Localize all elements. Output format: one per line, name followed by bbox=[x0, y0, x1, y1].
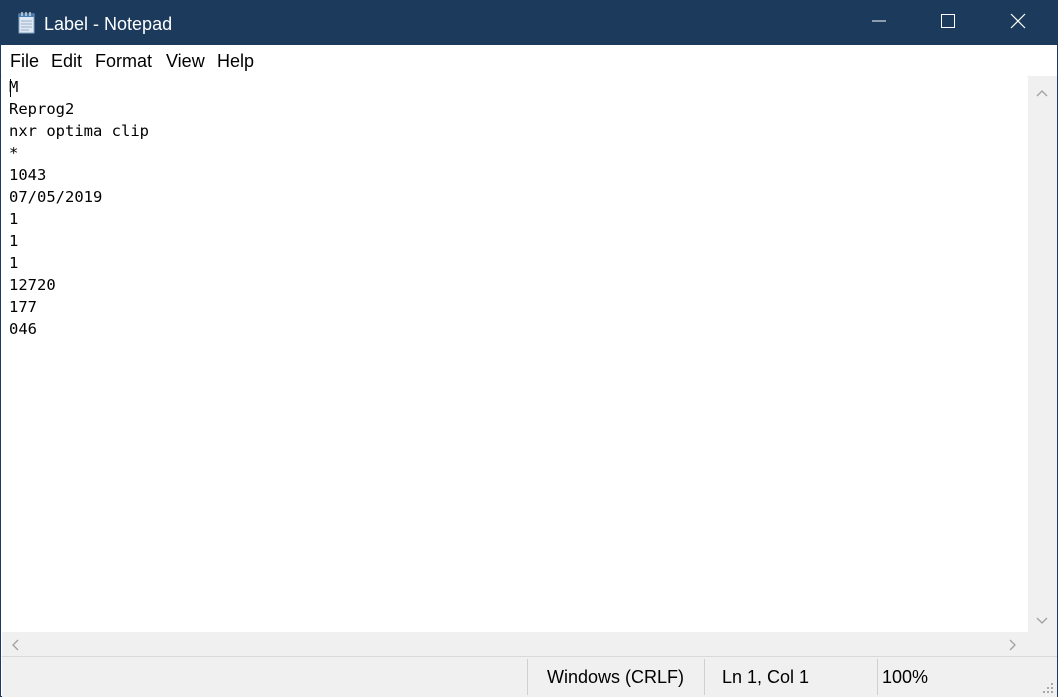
minimize-button[interactable] bbox=[844, 1, 914, 45]
scroll-down-icon[interactable] bbox=[1036, 612, 1048, 630]
status-divider bbox=[527, 659, 528, 695]
horizontal-scrollbar[interactable] bbox=[2, 632, 1028, 656]
zoom-status: 100% bbox=[882, 667, 929, 687]
menu-bar: File Edit Format View Help bbox=[1, 45, 1057, 77]
resize-grip-icon[interactable] bbox=[1042, 681, 1054, 699]
editor-line: M bbox=[9, 78, 19, 96]
line-ending-status: Windows (CRLF) bbox=[547, 667, 685, 687]
title-bar[interactable]: Label - Notepad bbox=[1, 1, 1057, 45]
status-divider bbox=[877, 659, 878, 695]
editor-line: 177 bbox=[9, 298, 37, 316]
editor-line: 1 bbox=[9, 232, 19, 250]
close-button[interactable] bbox=[983, 1, 1053, 45]
maximize-icon bbox=[940, 13, 956, 34]
editor-line: nxr optima clip bbox=[9, 122, 149, 140]
maximize-button[interactable] bbox=[913, 1, 983, 45]
close-icon bbox=[1010, 13, 1026, 34]
scrollbar-corner bbox=[1028, 632, 1057, 656]
cursor-position-status: Ln 1, Col 1 bbox=[722, 667, 810, 687]
notepad-window: Label - Notepad File Edit Format View He… bbox=[0, 0, 1058, 697]
menu-view[interactable]: View bbox=[166, 50, 205, 72]
status-divider bbox=[704, 659, 705, 695]
editor-line: * bbox=[9, 144, 19, 162]
scroll-right-icon[interactable] bbox=[1009, 638, 1017, 656]
minimize-icon bbox=[871, 13, 887, 34]
editor-line: 046 bbox=[9, 320, 37, 338]
scroll-left-icon[interactable] bbox=[11, 638, 19, 656]
notepad-icon bbox=[17, 11, 37, 35]
editor-line: 1 bbox=[9, 210, 19, 228]
editor-line: 1043 bbox=[9, 166, 47, 184]
menu-edit[interactable]: Edit bbox=[51, 50, 82, 72]
editor-line: 07/05/2019 bbox=[9, 188, 103, 206]
menu-file[interactable]: File bbox=[10, 50, 39, 72]
text-editor[interactable]: M Reprog2 nxr optima clip * 1043 07/05/2… bbox=[2, 76, 1027, 632]
menu-help[interactable]: Help bbox=[217, 50, 254, 72]
editor-line: 1 bbox=[9, 254, 19, 272]
scroll-up-icon[interactable] bbox=[1036, 84, 1048, 102]
editor-line: Reprog2 bbox=[9, 100, 75, 118]
editor-line: 12720 bbox=[9, 276, 56, 294]
window-title: Label - Notepad bbox=[44, 14, 173, 34]
vertical-scrollbar[interactable] bbox=[1028, 76, 1057, 632]
status-bar: Windows (CRLF) Ln 1, Col 1 100% bbox=[2, 656, 1057, 697]
menu-format[interactable]: Format bbox=[95, 50, 152, 72]
